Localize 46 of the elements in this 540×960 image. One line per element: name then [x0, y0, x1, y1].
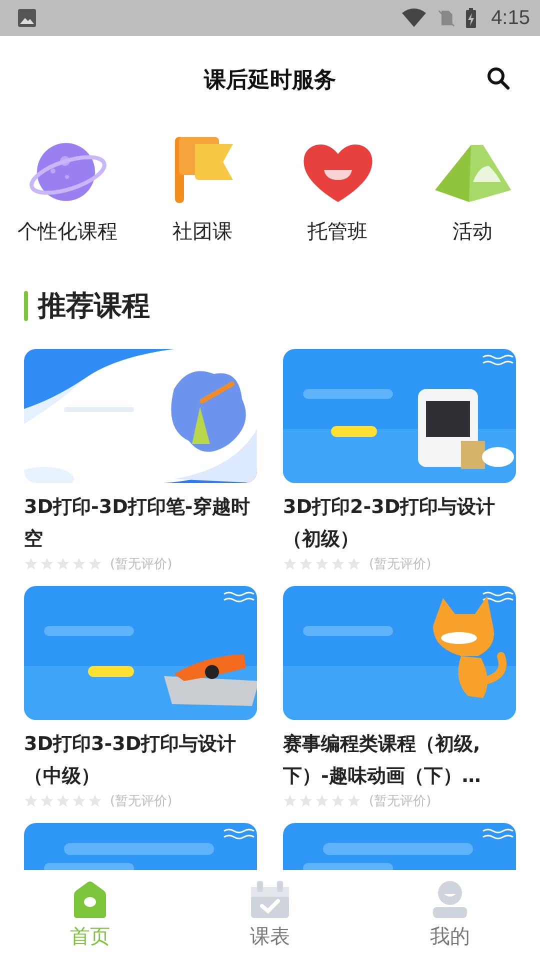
- course-title[interactable]: 3D打印3-3D打印与设计（中级）: [24, 728, 257, 792]
- star-icon: [88, 557, 102, 571]
- tent-icon[interactable]: [432, 144, 512, 204]
- image-icon: [17, 8, 37, 28]
- star-icon: [315, 794, 329, 808]
- status-time: 4:15: [491, 6, 530, 30]
- calendar-icon: [250, 880, 290, 918]
- course-title[interactable]: 3D打印-3D打印笔-穿越时空: [24, 491, 257, 555]
- planet-icon[interactable]: [28, 140, 108, 204]
- star-icon: [88, 794, 102, 808]
- star-icon: [72, 557, 86, 571]
- star-icon: [283, 557, 297, 571]
- star-icon: [299, 794, 313, 808]
- page-title: 课后延时服务: [204, 67, 336, 95]
- star-icon: [40, 557, 54, 571]
- rating-text: (暂无评价): [110, 793, 172, 810]
- battery-icon: [465, 7, 478, 29]
- course-title[interactable]: 3D打印2-3D打印与设计（初级）: [283, 491, 516, 555]
- tab-item[interactable]: 课表: [180, 870, 360, 960]
- star-icon: [347, 557, 361, 571]
- tab-item[interactable]: 我的: [360, 870, 540, 960]
- rating-text: (暂无评价): [110, 556, 172, 573]
- search-icon[interactable]: [486, 66, 510, 90]
- no-sim-icon: [437, 8, 456, 28]
- star-icon: [40, 794, 54, 808]
- category-label[interactable]: 个性化课程: [18, 218, 118, 245]
- section-title: 推荐课程: [38, 288, 150, 324]
- star-icon: [24, 557, 38, 571]
- star-icon: [299, 557, 313, 571]
- star-icon: [283, 794, 297, 808]
- star-icon: [347, 794, 361, 808]
- star-icon: [331, 557, 345, 571]
- rating-text: (暂无评价): [369, 556, 432, 573]
- category-label[interactable]: 托管班: [308, 218, 368, 245]
- star-icon: [331, 794, 345, 808]
- rating-text: (暂无评价): [369, 793, 432, 810]
- category-label[interactable]: 活动: [452, 218, 492, 245]
- course-title[interactable]: 赛事编程类课程（初级,下）-趣味动画（下）…: [283, 728, 516, 792]
- star-icon: [24, 794, 38, 808]
- person-icon: [430, 880, 470, 918]
- wifi-icon: [401, 8, 428, 28]
- star-icon: [315, 557, 329, 571]
- star-icon: [72, 794, 86, 808]
- star-icon: [56, 557, 70, 571]
- star-icon: [56, 794, 70, 808]
- category-label[interactable]: 社团课: [172, 218, 232, 245]
